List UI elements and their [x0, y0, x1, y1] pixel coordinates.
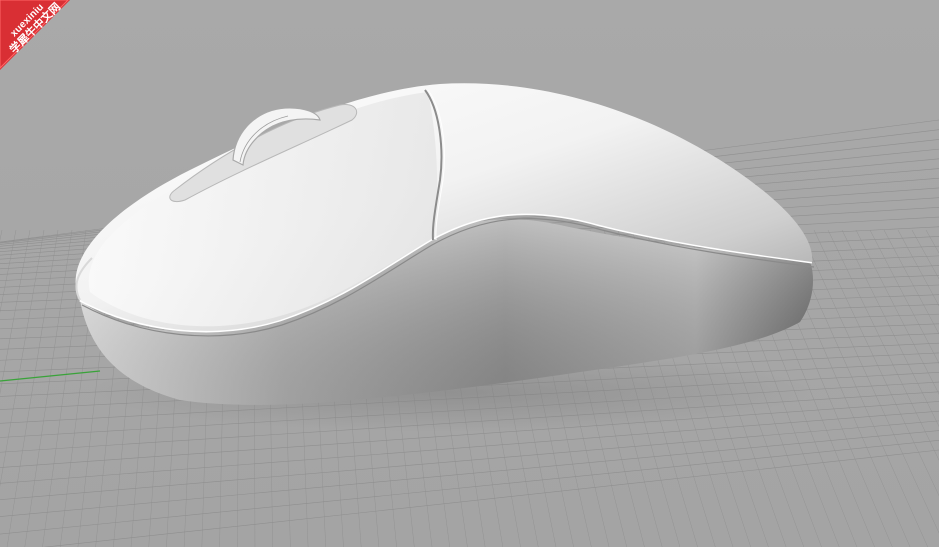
grid-line — [0, 439, 939, 535]
grid-line — [43, 449, 939, 547]
grid-line — [911, 229, 939, 280]
grid-line — [841, 229, 939, 427]
grid-line — [897, 229, 939, 307]
grid-line — [0, 430, 939, 517]
rhino-perspective-viewport[interactable]: xuexiniu 学犀牛中文网 — [0, 0, 939, 547]
grid-line — [6, 229, 59, 547]
viewport-scene — [0, 83, 939, 547]
grid-line — [883, 229, 939, 335]
x-axis-line — [0, 370, 101, 382]
grid-line — [925, 229, 939, 254]
grid-line — [855, 229, 939, 395]
grid-line — [0, 420, 939, 501]
